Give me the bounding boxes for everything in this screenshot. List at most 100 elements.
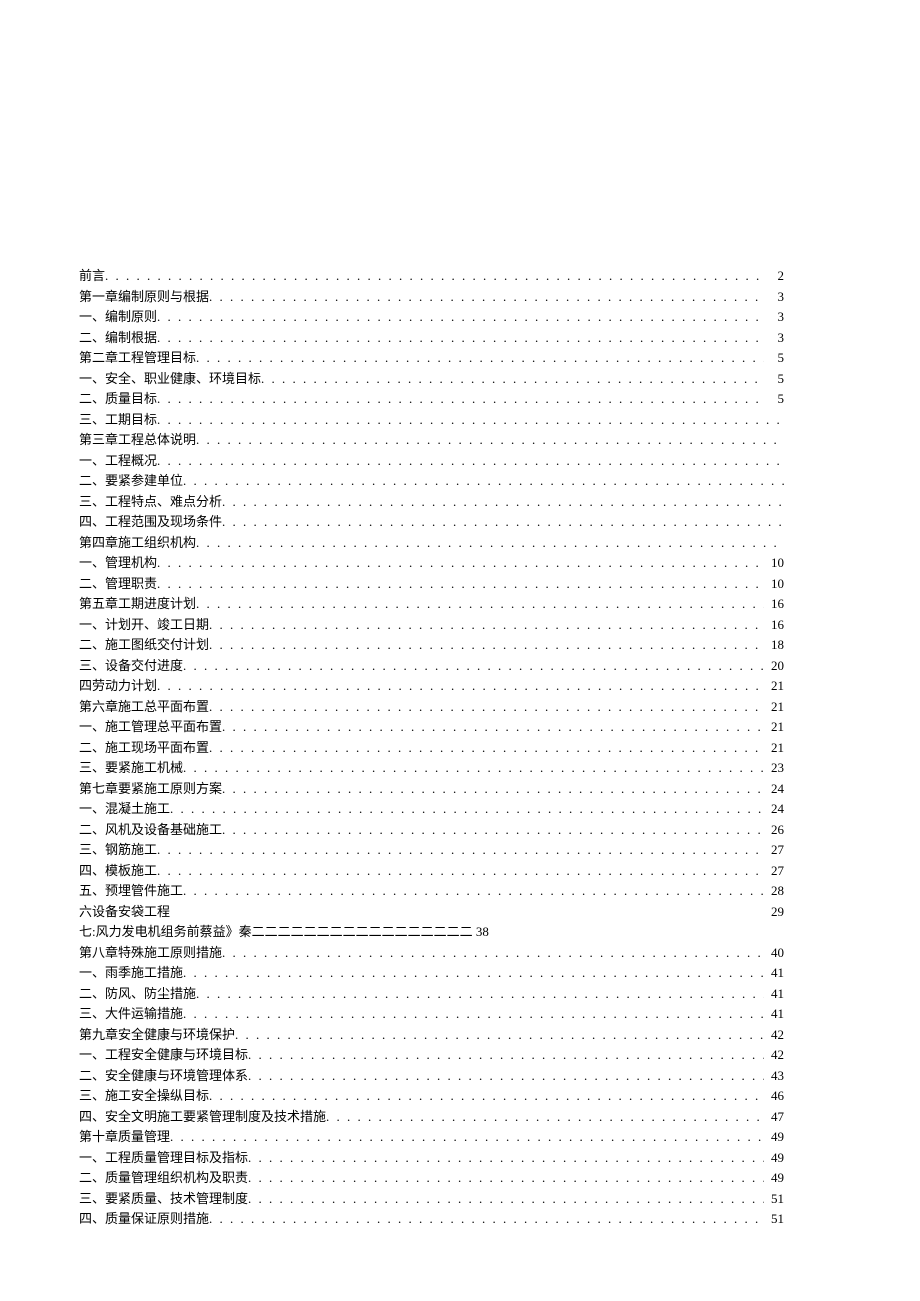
toc-row: 二、安全健康与环境管理体系 43 [79, 1066, 784, 1086]
toc-entry-title: 四、模板施工 [79, 861, 157, 881]
toc-entry-title: 一、管理机构 [79, 553, 157, 573]
toc-entry-page: 42 [764, 1045, 784, 1065]
toc-entry-title: 四、安全文明施工要紧管理制度及技术措施 [79, 1107, 326, 1127]
toc-leader-dots [222, 512, 784, 532]
toc-leader-dots [196, 984, 764, 1004]
toc-row: 第三章工程总体说明 [79, 430, 784, 450]
toc-entry-title: 一、安全、职业健康、环境目标 [79, 369, 261, 389]
toc-leader-dots [183, 963, 764, 983]
toc-entry-page: 3 [764, 307, 784, 327]
toc-leader-dots [248, 1189, 764, 1209]
toc-entry-page: 5 [764, 348, 784, 368]
toc-row: 二、要紧参建单位 [79, 471, 784, 491]
toc-leader-dots [157, 574, 764, 594]
toc-row: 五、预埋管件施工 28 [79, 881, 784, 901]
toc-entry-page: 16 [764, 594, 784, 614]
toc-row: 第九章安全健康与环境保护42 [79, 1025, 784, 1045]
toc-entry-page: 27 [764, 861, 784, 881]
toc-entry-page: 28 [764, 881, 784, 901]
toc-row: 第四章施工组织机构 [79, 533, 784, 553]
toc-row: 二、施工图纸交付计划18 [79, 635, 784, 655]
toc-leader-dots [235, 1025, 764, 1045]
toc-entry-title: 第四章施工组织机构 [79, 533, 196, 553]
toc-entry-title: 七:风力发电机组务前蔡益》秦二二二二二二二二二二二二二二二二二 38 [79, 922, 489, 942]
toc-entry-title: 一、雨季施工措施 [79, 963, 183, 983]
toc-entry-title: 六设备安袋工程 [79, 902, 170, 922]
toc-entry-page: 5 [764, 389, 784, 409]
toc-entry-title: 第十章质量管理 [79, 1127, 170, 1147]
toc-entry-page: 40 [764, 943, 784, 963]
toc-leader-dots [157, 553, 764, 573]
toc-entry-title: 一、计划开、竣工日期 [79, 615, 209, 635]
toc-leader-dots [183, 471, 784, 491]
toc-row: 七:风力发电机组务前蔡益》秦二二二二二二二二二二二二二二二二二 38 [79, 922, 784, 942]
toc-entry-title: 二、安全健康与环境管理体系 [79, 1066, 248, 1086]
toc-entry-page: 5 [764, 369, 784, 389]
toc-entry-title: 第三章工程总体说明 [79, 430, 196, 450]
toc-leader-dots [157, 328, 764, 348]
toc-entry-title: 二、管理职责 [79, 574, 157, 594]
toc-row: 一、工程安全健康与环境目标 42 [79, 1045, 784, 1065]
toc-entry-page: 10 [764, 574, 784, 594]
toc-entry-page: 3 [764, 287, 784, 307]
toc-entry-title: 四劳动力计划 [79, 676, 157, 696]
toc-row: 二、风机及设备基础施工 26 [79, 820, 784, 840]
toc-leader-dots [196, 348, 764, 368]
toc-row: 一、施工管理总平面布置21 [79, 717, 784, 737]
toc-entry-page: 49 [764, 1127, 784, 1147]
toc-entry-title: 一、混凝土施工 [79, 799, 170, 819]
toc-entry-page: 43 [764, 1066, 784, 1086]
toc-leader-dots [326, 1107, 764, 1127]
toc-entry-page: 41 [764, 963, 784, 983]
toc-entry-title: 三、大件运输措施 [79, 1004, 183, 1024]
toc-row: 四、质量保证原则措施51 [79, 1209, 784, 1229]
toc-entry-title: 二、质量目标 [79, 389, 157, 409]
toc-entry-title: 二、风机及设备基础施工 [79, 820, 222, 840]
toc-entry-page: 27 [764, 840, 784, 860]
toc-entry-title: 三、要紧施工机械 [79, 758, 183, 778]
toc-entry-page: 49 [764, 1168, 784, 1188]
toc-entry-page: 51 [764, 1189, 784, 1209]
toc-entry-title: 第五章工期进度计划 [79, 594, 196, 614]
toc-entry-title: 五、预埋管件施工 [79, 881, 183, 901]
toc-row: 一、计划开、竣工日期16 [79, 615, 784, 635]
toc-entry-title: 二、施工图纸交付计划 [79, 635, 209, 655]
toc-entry-page: 21 [764, 676, 784, 696]
toc-row: 第六章施工总平面布置21 [79, 697, 784, 717]
toc-leader-dots [183, 1004, 764, 1024]
toc-entry-page: 29 [764, 902, 784, 922]
toc-entry-title: 三、钢筋施工 [79, 840, 157, 860]
toc-leader-dots [261, 369, 764, 389]
toc-entry-title: 三、工程特点、难点分析 [79, 492, 222, 512]
toc-entry-title: 第七章要紧施工原则方案 [79, 779, 222, 799]
toc-leader-dots [209, 738, 764, 758]
toc-row: 三、工期目标 [79, 410, 784, 430]
toc-row: 第二章工程管理目标5 [79, 348, 784, 368]
toc-entry-title: 二、编制根据 [79, 328, 157, 348]
toc-entry-title: 一、工程安全健康与环境目标 [79, 1045, 248, 1065]
toc-entry-page: 2 [764, 266, 784, 286]
toc-entry-title: 一、编制原则 [79, 307, 157, 327]
toc-row: 前言2 [79, 266, 784, 286]
toc-entry-page: 26 [764, 820, 784, 840]
toc-leader-dots [183, 881, 764, 901]
toc-leader-dots [222, 943, 764, 963]
toc-leader-dots [222, 779, 764, 799]
toc-entry-title: 一、施工管理总平面布置 [79, 717, 222, 737]
toc-row: 四、模板施工 27 [79, 861, 784, 881]
toc-row: 二、编制根据3 [79, 328, 784, 348]
toc-leader-dots [248, 1148, 764, 1168]
toc-row: 第八章特殊施工原则措施40 [79, 943, 784, 963]
toc-entry-page: 42 [764, 1025, 784, 1045]
toc-entry-page: 41 [764, 1004, 784, 1024]
toc-row: 二、管理职责 10 [79, 574, 784, 594]
toc-leader-dots [157, 307, 764, 327]
toc-leader-dots [248, 1045, 764, 1065]
toc-leader-dots [105, 266, 764, 286]
toc-entry-page: 21 [764, 738, 784, 758]
toc-entry-page: 21 [764, 697, 784, 717]
toc-row: 三、设备交付进度20 [79, 656, 784, 676]
toc-row: 六设备安袋工程 29 [79, 902, 784, 922]
toc-row: 一、管理机构10 [79, 553, 784, 573]
toc-entry-page: 24 [764, 779, 784, 799]
